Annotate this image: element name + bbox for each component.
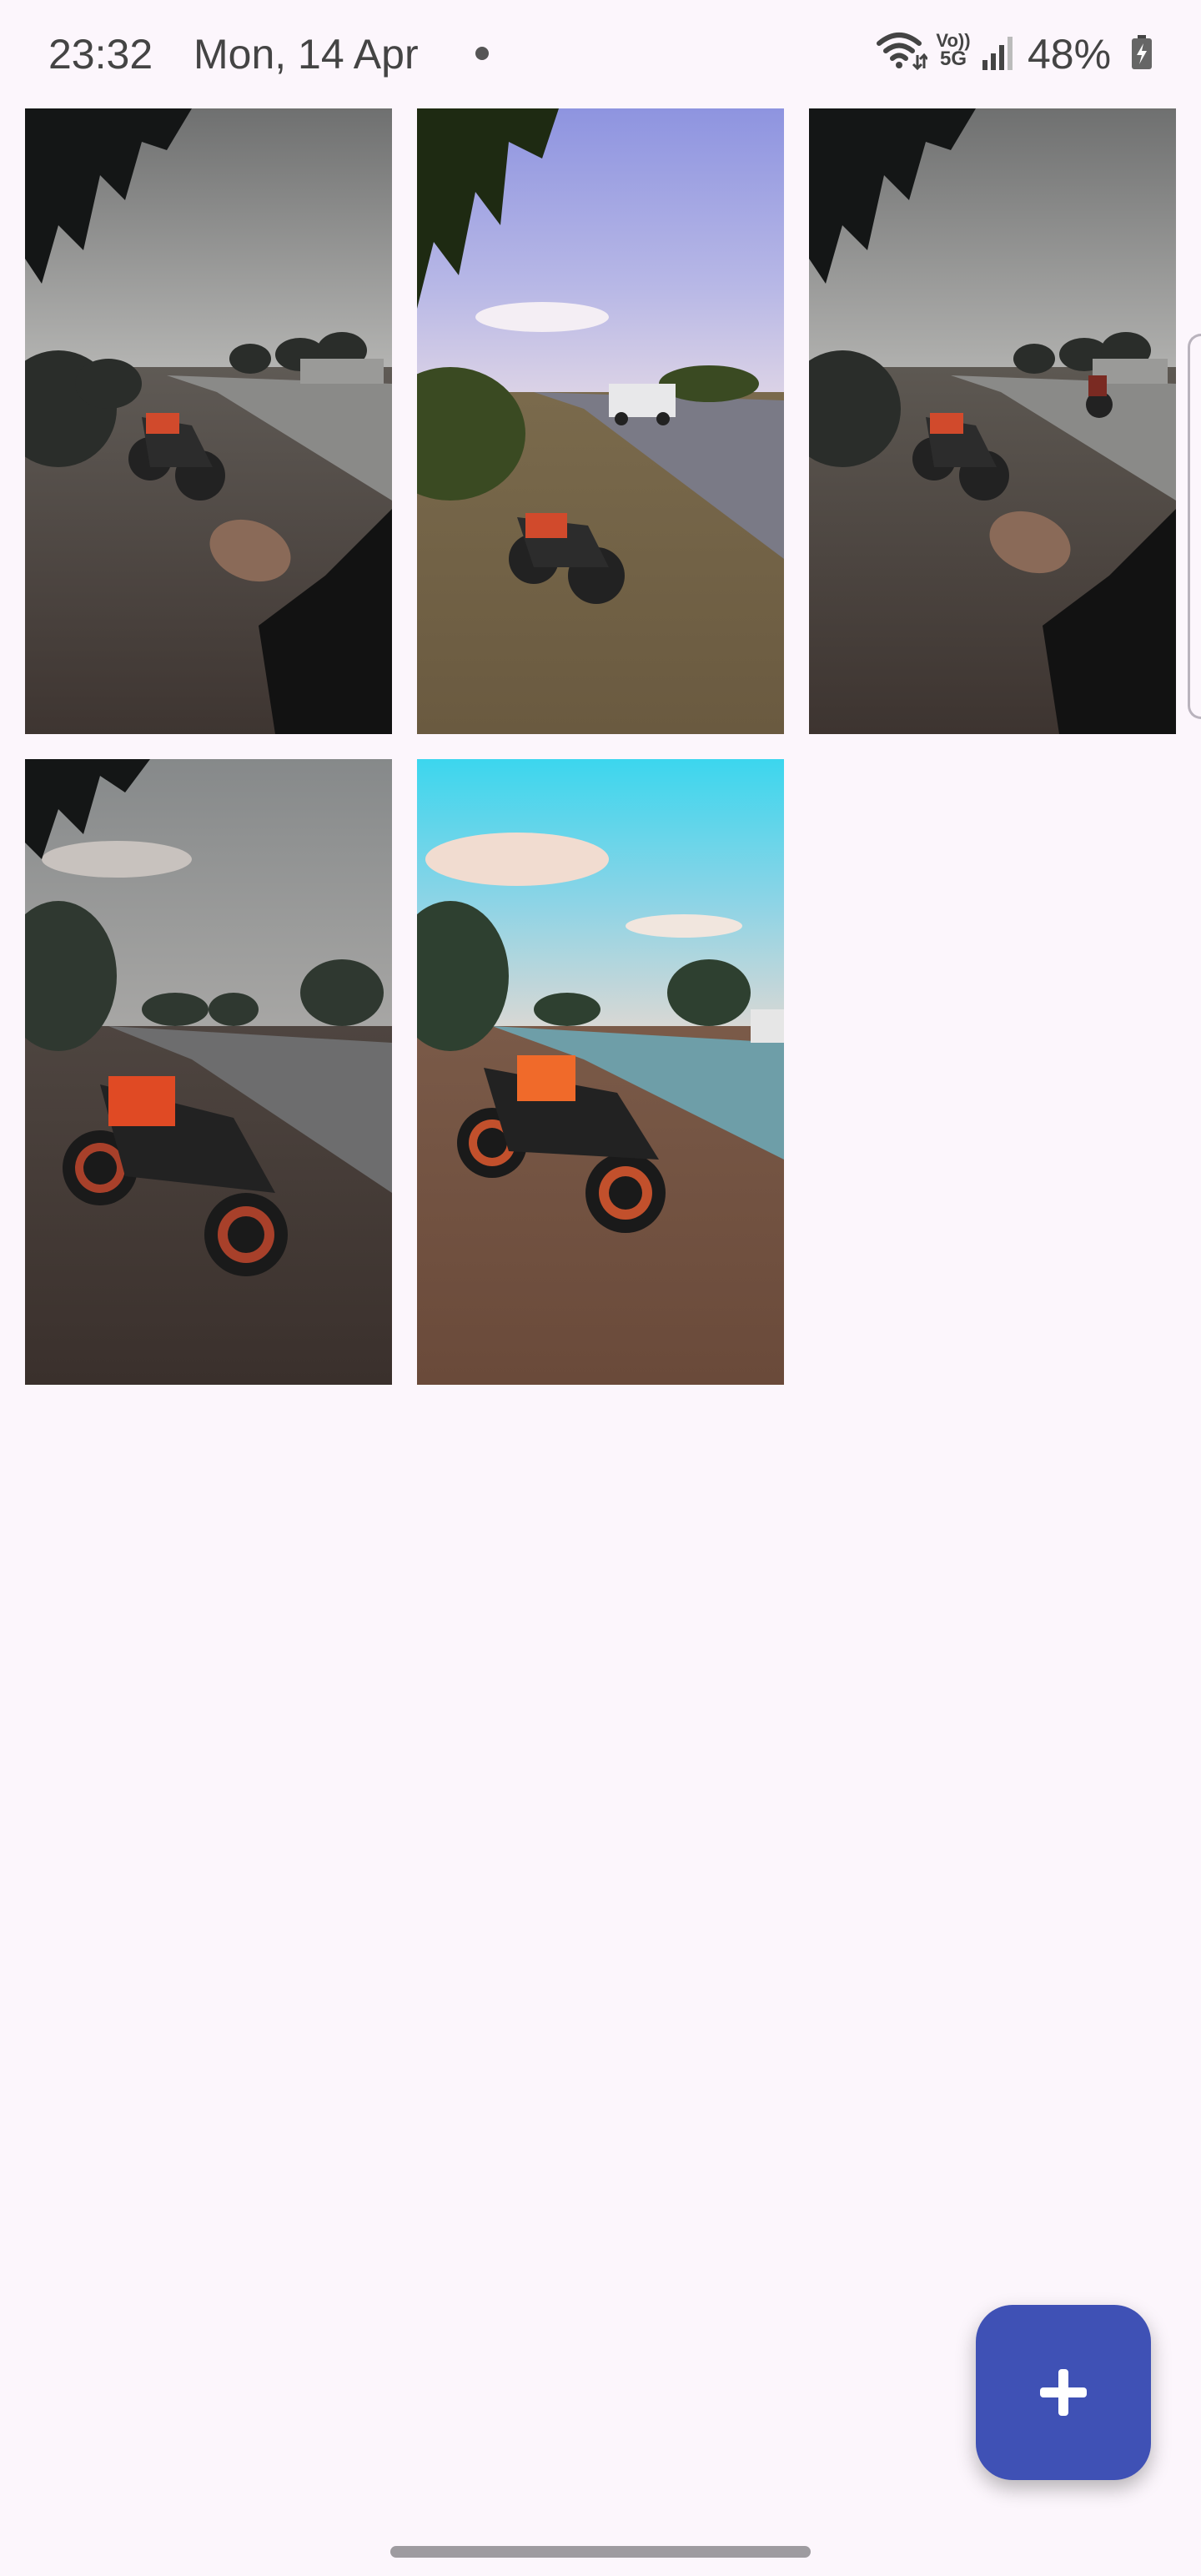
photo-thumbnail-4[interactable] — [25, 759, 392, 1385]
scrollbar-handle[interactable] — [1188, 334, 1201, 719]
photo-5-image — [417, 759, 784, 1385]
photo-2-image — [417, 108, 784, 734]
add-photo-button[interactable] — [976, 2305, 1151, 2480]
photo-4-image — [25, 759, 392, 1385]
plus-icon — [1040, 2369, 1087, 2416]
home-indicator[interactable] — [390, 2546, 811, 2558]
photo-thumbnail-1[interactable] — [25, 108, 392, 734]
photo-1-image — [25, 108, 392, 734]
photo-grid — [0, 0, 1201, 1418]
photo-thumbnail-3[interactable] — [809, 108, 1176, 734]
photo-3-image — [809, 108, 1176, 734]
photo-thumbnail-5[interactable] — [417, 759, 784, 1385]
photo-thumbnail-2[interactable] — [417, 108, 784, 734]
